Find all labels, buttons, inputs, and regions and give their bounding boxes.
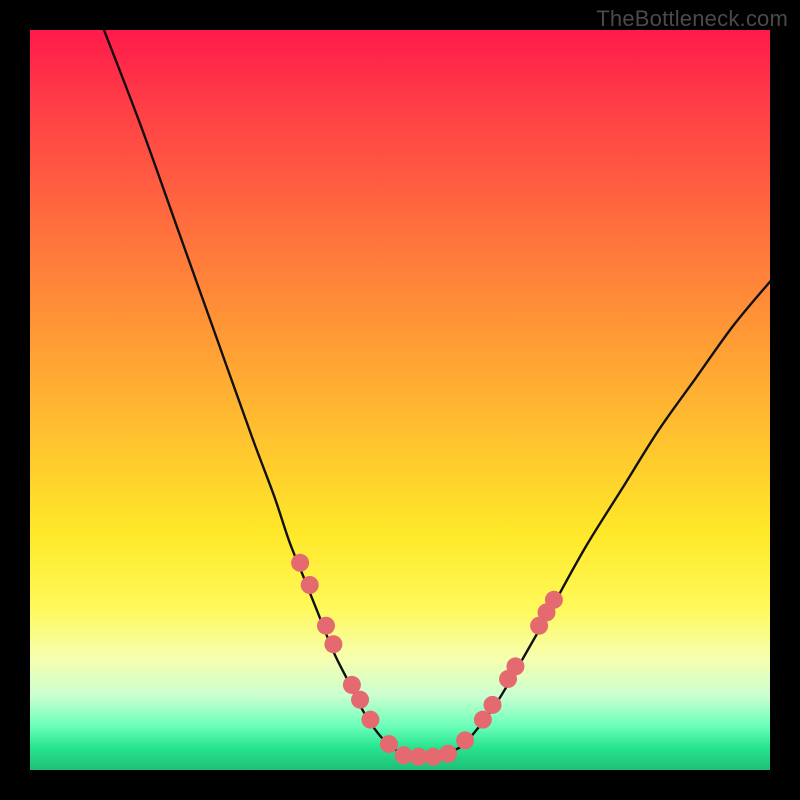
curve-marker xyxy=(361,711,379,729)
curve-marker xyxy=(456,731,474,749)
curve-marker xyxy=(484,696,502,714)
curve-marker xyxy=(351,691,369,709)
curve-marker xyxy=(439,745,457,763)
plot-area xyxy=(30,30,770,770)
curve-marker xyxy=(545,591,563,609)
curve-marker xyxy=(506,657,524,675)
chart-frame: TheBottleneck.com xyxy=(0,0,800,800)
watermark-text: TheBottleneck.com xyxy=(596,6,788,32)
curve-marker xyxy=(380,735,398,753)
curve-marker xyxy=(291,554,309,572)
bottleneck-curve-path xyxy=(104,30,770,756)
curve-marker xyxy=(424,748,442,766)
curve-marker xyxy=(324,635,342,653)
curve-marker xyxy=(317,617,335,635)
curve-marker xyxy=(301,576,319,594)
curve-marker xyxy=(474,711,492,729)
curve-svg xyxy=(30,30,770,770)
